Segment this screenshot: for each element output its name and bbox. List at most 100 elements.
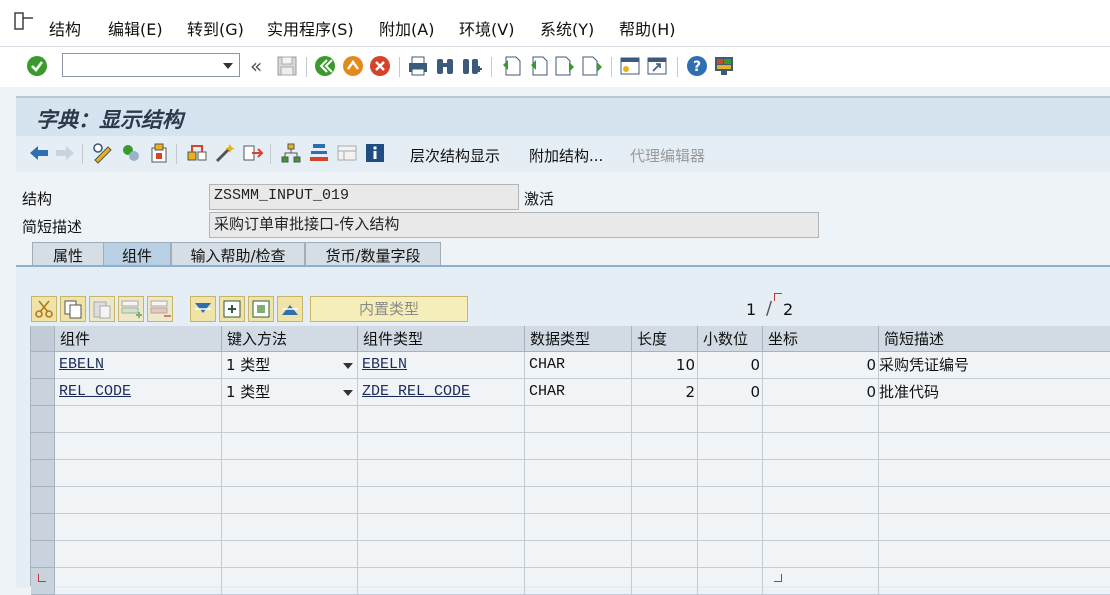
last-page-icon[interactable] <box>581 55 603 77</box>
empty-cell[interactable] <box>763 406 879 433</box>
empty-cell[interactable] <box>525 487 632 514</box>
find-next-icon[interactable] <box>461 55 483 77</box>
table-row-component[interactable]: REL_CODE <box>55 379 222 406</box>
hierarchy-icon[interactable] <box>280 142 302 164</box>
check-icon[interactable] <box>26 55 48 77</box>
table-row-data-type[interactable]: CHAR <box>525 352 632 379</box>
empty-cell[interactable] <box>222 514 358 541</box>
expand-button[interactable] <box>219 296 245 322</box>
empty-cell[interactable] <box>632 487 698 514</box>
empty-cell[interactable] <box>763 433 879 460</box>
shortcut-icon[interactable] <box>646 55 668 77</box>
empty-cell[interactable] <box>222 460 358 487</box>
find-icon[interactable] <box>434 55 456 77</box>
sort-up-button[interactable] <box>277 296 303 322</box>
col-header-length[interactable]: 长度 <box>632 326 698 352</box>
row-selector[interactable] <box>31 541 55 568</box>
empty-cell[interactable] <box>698 541 763 568</box>
where-used-icon[interactable] <box>186 142 208 164</box>
empty-cell[interactable] <box>358 514 525 541</box>
tab-input-help[interactable]: 输入帮助/检查 <box>171 242 305 266</box>
table-structure-icon[interactable] <box>308 142 330 164</box>
empty-cell[interactable] <box>632 568 698 595</box>
menu-goto[interactable]: 转到(G) <box>187 16 244 40</box>
col-header-coordinate[interactable]: 坐标 <box>763 326 879 352</box>
select-all-cell[interactable] <box>31 326 55 352</box>
col-header-typing[interactable]: 键入方法 <box>222 326 358 352</box>
col-header-short-desc[interactable]: 简短描述 <box>879 326 1110 352</box>
menu-help[interactable]: 帮助(H) <box>619 16 676 40</box>
row-selector[interactable] <box>31 460 55 487</box>
help-icon[interactable]: ? <box>686 55 708 77</box>
empty-cell[interactable] <box>358 406 525 433</box>
collapse-button[interactable] <box>248 296 274 322</box>
menu-structure[interactable]: 结构 <box>49 16 81 40</box>
new-session-icon[interactable] <box>619 55 641 77</box>
menu-utilities[interactable]: 实用程序(S) <box>267 16 354 40</box>
empty-cell[interactable] <box>698 433 763 460</box>
col-header-decimals[interactable]: 小数位 <box>698 326 763 352</box>
table-row-comp-type[interactable]: EBELN <box>358 352 525 379</box>
empty-cell[interactable] <box>358 568 525 595</box>
menu-system[interactable]: 系统(Y) <box>540 16 594 40</box>
append-structure-button[interactable]: 附加结构... <box>529 145 603 166</box>
table-row-component[interactable]: EBELN <box>55 352 222 379</box>
empty-cell[interactable] <box>55 568 222 595</box>
row-selector[interactable] <box>31 379 55 406</box>
exit-icon[interactable] <box>342 55 364 77</box>
table-row-decimals[interactable]: 0 <box>698 379 763 406</box>
system-menu-icon[interactable] <box>14 12 34 30</box>
empty-cell[interactable] <box>222 487 358 514</box>
first-page-icon[interactable] <box>500 55 522 77</box>
empty-cell[interactable] <box>698 514 763 541</box>
row-selector[interactable] <box>31 514 55 541</box>
sort-down-button[interactable] <box>190 296 216 322</box>
empty-cell[interactable] <box>358 541 525 568</box>
empty-cell[interactable] <box>763 514 879 541</box>
collapse-command-button[interactable]: « <box>250 54 262 78</box>
empty-cell[interactable] <box>525 514 632 541</box>
save-icon[interactable] <box>276 55 298 77</box>
table-row-length[interactable]: 2 <box>632 379 698 406</box>
empty-cell[interactable] <box>55 541 222 568</box>
row-selector[interactable] <box>31 406 55 433</box>
empty-cell[interactable] <box>698 406 763 433</box>
cancel-icon[interactable] <box>369 55 391 77</box>
row-selector[interactable] <box>31 487 55 514</box>
empty-cell[interactable] <box>698 460 763 487</box>
empty-cell[interactable] <box>358 433 525 460</box>
row-selector[interactable] <box>31 433 55 460</box>
empty-cell[interactable] <box>55 514 222 541</box>
table-row-length[interactable]: 10 <box>632 352 698 379</box>
empty-cell[interactable] <box>222 406 358 433</box>
empty-cell[interactable] <box>55 406 222 433</box>
delete-row-button[interactable] <box>147 296 173 322</box>
empty-cell[interactable] <box>879 514 1110 541</box>
empty-cell[interactable] <box>879 568 1110 595</box>
row-selector[interactable] <box>31 352 55 379</box>
empty-cell[interactable] <box>55 460 222 487</box>
table-row-coordinate[interactable]: 0 <box>763 352 879 379</box>
table-row-comp-type[interactable]: ZDE_REL_CODE <box>358 379 525 406</box>
command-field[interactable] <box>62 53 240 77</box>
empty-cell[interactable] <box>358 460 525 487</box>
menu-edit[interactable]: 编辑(E) <box>108 16 163 40</box>
empty-cell[interactable] <box>632 514 698 541</box>
magic-wand-icon[interactable] <box>214 142 236 164</box>
display-change-icon[interactable] <box>92 142 114 164</box>
empty-cell[interactable] <box>632 406 698 433</box>
next-page-icon[interactable] <box>554 55 576 77</box>
chevron-down-icon[interactable] <box>223 63 233 69</box>
back-arrow-icon[interactable] <box>28 142 50 164</box>
menu-environment[interactable]: 环境(V) <box>459 16 514 40</box>
col-header-comp-type[interactable]: 组件类型 <box>358 326 525 352</box>
empty-cell[interactable] <box>763 460 879 487</box>
tab-attributes[interactable]: 属性 <box>32 242 104 266</box>
empty-cell[interactable] <box>525 433 632 460</box>
chevron-down-icon[interactable] <box>343 363 353 369</box>
table-row-coordinate[interactable]: 0 <box>763 379 879 406</box>
empty-cell[interactable] <box>879 406 1110 433</box>
paste-row-button[interactable] <box>89 296 115 322</box>
empty-cell[interactable] <box>222 541 358 568</box>
short-desc-field[interactable]: 采购订单审批接口-传入结构 <box>209 212 819 238</box>
